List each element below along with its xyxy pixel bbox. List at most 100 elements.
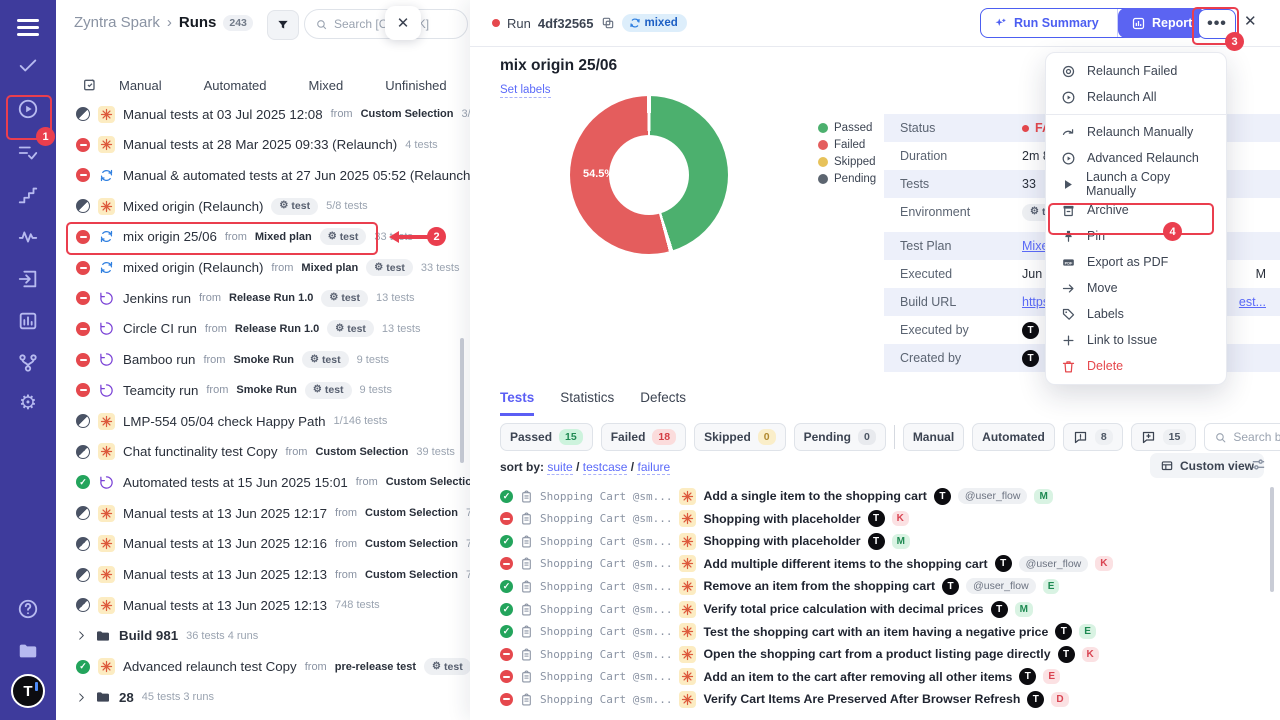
filter-msg-excl[interactable]: 8 [1063, 423, 1123, 451]
help-circle-icon[interactable] [15, 596, 41, 622]
run-list-item[interactable]: Manual tests at 13 Jun 2025 12:16from Cu… [56, 530, 470, 558]
test-row[interactable]: Shopping Cart @sm... Add an item to the … [500, 667, 1260, 687]
run-list-item[interactable]: Build 981 36 tests 4 runs [56, 622, 470, 650]
run-title: Jenkins run [123, 291, 191, 306]
test-row[interactable]: Shopping Cart @sm... Open the shopping c… [500, 644, 1260, 664]
failed-icon [76, 291, 90, 305]
menu-item-labels[interactable]: Labels [1046, 301, 1226, 327]
test-row[interactable]: Shopping Cart @sm... Shopping with place… [500, 509, 1260, 529]
steps-icon[interactable] [15, 182, 41, 208]
run-list-item[interactable]: Manual tests at 13 Jun 2025 12:13from Cu… [56, 561, 470, 589]
git-branch-icon[interactable] [15, 350, 41, 376]
run-list-item[interactable]: Chat functinality test Copyfrom Custom S… [56, 438, 470, 466]
run-list-item[interactable]: Manual tests at 03 Jul 2025 12:08from Cu… [56, 100, 470, 128]
column-settings-icon[interactable] [1250, 456, 1267, 473]
test-row[interactable]: ✓ Shopping Cart @sm... Verify total pric… [500, 599, 1260, 619]
run-list-item[interactable]: Manual tests at 13 Jun 2025 12:17from Cu… [56, 499, 470, 527]
test-row[interactable]: Shopping Cart @sm... Verify Cart Items A… [500, 689, 1260, 709]
run-type-chip[interactable]: mixed [622, 14, 687, 32]
filter-button[interactable] [267, 10, 299, 40]
filter-passed[interactable]: Passed15 [500, 423, 593, 451]
play-circle-icon[interactable] [15, 96, 41, 122]
menu-item-move[interactable]: Move [1046, 275, 1226, 301]
run-list-item[interactable]: Manual & automated tests at 27 Jun 2025 … [56, 161, 470, 189]
filter-failed[interactable]: Failed18 [601, 423, 686, 451]
pulse-icon[interactable] [15, 224, 41, 250]
list-check-icon[interactable] [15, 140, 41, 166]
menu-item-launch-a-copy-manually[interactable]: Launch a Copy Manually [1046, 171, 1226, 197]
test-row[interactable]: ✓ Shopping Cart @sm... Add a single item… [500, 486, 1260, 506]
run-list-item[interactable]: Mixed origin (Relaunch)⚙test5/8 tests [56, 192, 470, 220]
test-row[interactable]: ✓ Shopping Cart @sm... Remove an item fr… [500, 576, 1260, 596]
run-list-item[interactable]: Manual tests at 13 Jun 2025 12:13748 tes… [56, 591, 470, 619]
runs-tab-automated[interactable]: Automated [204, 78, 267, 93]
table-view-icon [1160, 459, 1174, 473]
run-list-item[interactable]: Circle CI runfrom Release Run 1.0⚙test13… [56, 315, 470, 343]
filter-automated[interactable]: Automated [972, 423, 1055, 451]
sort-by-suite[interactable]: suite [547, 460, 572, 475]
bar-chart-icon[interactable] [15, 308, 41, 334]
assignee-badge: E [1043, 579, 1060, 594]
set-labels-link[interactable]: Set labels [500, 84, 551, 98]
run-list-item[interactable]: Teamcity runfrom Smoke Run⚙test9 tests [56, 376, 470, 404]
tab-defects[interactable]: Defects [640, 390, 686, 416]
left-scrollbar[interactable] [460, 338, 464, 463]
test-row[interactable]: Shopping Cart @sm... Add multiple differ… [500, 554, 1260, 574]
test-row[interactable]: ✓ Shopping Cart @sm... Shopping with pla… [500, 531, 1260, 551]
runs-tab-mixed[interactable]: Mixed [309, 78, 344, 93]
run-list-item[interactable]: LMP-554 05/04 check Happy Path1/146 test… [56, 407, 470, 435]
close-run-detail-button[interactable]: ✕ [1244, 12, 1257, 30]
menu-item-relaunch-manually[interactable]: Relaunch Manually [1046, 119, 1226, 145]
filter-manual[interactable]: Manual [903, 423, 964, 451]
runs-tab-unfinished[interactable]: Unfinished [385, 78, 446, 93]
run-list-item[interactable]: mix origin 25/06from Mixed plan⚙test33 t… [56, 223, 470, 251]
run-list-item[interactable]: Manual tests at 28 Mar 2025 09:33 (Relau… [56, 131, 470, 159]
menu-item-link-to-issue[interactable]: Link to Issue [1046, 327, 1226, 353]
hamburger-menu-icon[interactable] [15, 14, 41, 40]
tab-tests[interactable]: Tests [500, 390, 534, 416]
menu-item-pin[interactable]: Pin [1046, 223, 1226, 249]
tab-statistics[interactable]: Statistics [560, 390, 614, 416]
filter-msg-plus[interactable]: 15 [1131, 423, 1197, 451]
sparkle-icon [993, 16, 1008, 31]
sign-in-icon[interactable] [15, 266, 41, 292]
select-runs-icon[interactable] [82, 77, 98, 93]
run-more-actions-button[interactable]: ••• [1198, 9, 1236, 39]
filter-pending[interactable]: Pending0 [794, 423, 886, 451]
folder-icon [95, 628, 111, 644]
sort-by-testcase[interactable]: testcase [583, 460, 628, 475]
menu-item-delete[interactable]: Delete [1046, 353, 1226, 379]
report-button[interactable]: Report [1118, 8, 1205, 38]
menu-item-relaunch-all[interactable]: Relaunch All [1046, 84, 1226, 110]
auto-run-icon [98, 320, 115, 337]
tests-search-input[interactable]: Search by title/mes [1204, 423, 1280, 451]
chevron-right-icon[interactable] [76, 630, 87, 641]
test-title: Test the shopping cart with an item havi… [703, 625, 1048, 639]
run-list-item[interactable]: 28 45 tests 3 runs [56, 683, 470, 711]
test-row[interactable]: ✓ Shopping Cart @sm... Test the shopping… [500, 622, 1260, 642]
run-list-item[interactable]: Jenkins runfrom Release Run 1.0⚙test13 t… [56, 284, 470, 312]
manual-run-icon [98, 198, 115, 215]
runs-tab-manual[interactable]: Manual [119, 78, 162, 93]
breadcrumb-app[interactable]: Zyntra Spark [74, 14, 160, 31]
gear-icon[interactable]: ⚙ [15, 390, 41, 416]
menu-item-export-as-pdf[interactable]: PDFExport as PDF [1046, 249, 1226, 275]
environment-chip: ⚙test [271, 198, 318, 215]
menu-item-relaunch-failed[interactable]: Relaunch Failed [1046, 58, 1226, 84]
avatar[interactable]: T [11, 674, 45, 708]
menu-item-archive[interactable]: Archive [1046, 197, 1226, 223]
menu-item-advanced-relaunch[interactable]: Advanced Relaunch [1046, 145, 1226, 171]
run-list-item[interactable]: mixed origin (Relaunch)from Mixed plan⚙t… [56, 254, 470, 282]
tests-scrollbar[interactable] [1270, 487, 1274, 592]
folder-icon[interactable] [15, 638, 41, 664]
custom-view-button[interactable]: Custom view [1150, 453, 1264, 478]
chevron-right-icon[interactable] [76, 692, 87, 703]
filter-skipped[interactable]: Skipped0 [694, 423, 786, 451]
check-icon[interactable] [15, 52, 41, 78]
run-list-item[interactable]: Bamboo runfrom Smoke Run⚙test9 tests [56, 346, 470, 374]
close-runs-panel-button[interactable]: ✕ [385, 6, 421, 40]
copy-icon[interactable] [601, 16, 615, 30]
run-list-item[interactable]: ✓Automated tests at 15 Jun 2025 15:01fro… [56, 468, 470, 496]
sort-by-failure[interactable]: failure [637, 460, 670, 475]
run-list-item[interactable]: ✓Advanced relaunch test Copyfrom pre-rel… [56, 653, 470, 681]
